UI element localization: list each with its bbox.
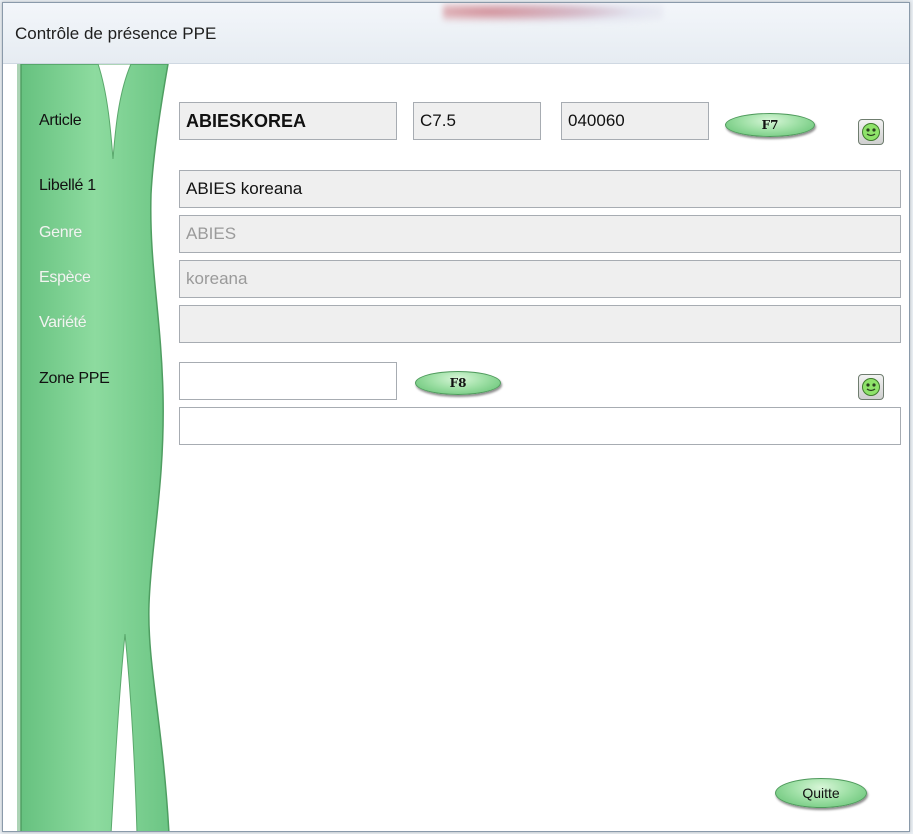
article-label: Article [39,112,82,129]
f8-button[interactable]: F8 [415,371,501,395]
zone-ppe-field[interactable] [179,362,397,400]
zone-ppe-description-field[interactable] [179,407,901,445]
f7-button[interactable]: F7 [725,113,815,137]
libelle1-label: Libellé 1 [39,177,96,194]
quitte-button[interactable]: Quitte [775,778,867,808]
smiley-green-icon [862,123,880,141]
article-size-field[interactable]: C7.5 [413,102,541,140]
zone-ppe-label: Zone PPE [39,370,110,387]
article-status-smiley-icon[interactable] [858,119,884,145]
genre-label: Genre [39,224,82,241]
window-title: Contrôle de présence PPE [15,24,217,43]
genre-field: ABIES [179,215,901,253]
title-bar-glow [443,3,663,25]
smiley-green-icon [862,378,880,396]
zone-status-smiley-icon[interactable] [858,374,884,400]
window: Contrôle de présence PPE Article Libellé… [2,2,910,832]
espece-field: koreana [179,260,901,298]
article-number-field[interactable]: 040060 [561,102,709,140]
form-content: Article Libellé 1 Genre Espèce Variété Z… [3,64,909,831]
article-code-field[interactable]: ABIESKOREA [179,102,397,140]
variete-field [179,305,901,343]
libelle1-field[interactable]: ABIES koreana [179,170,901,208]
title-bar: Contrôle de présence PPE [3,3,909,64]
espece-label: Espèce [39,269,91,286]
variete-label: Variété [39,314,87,331]
